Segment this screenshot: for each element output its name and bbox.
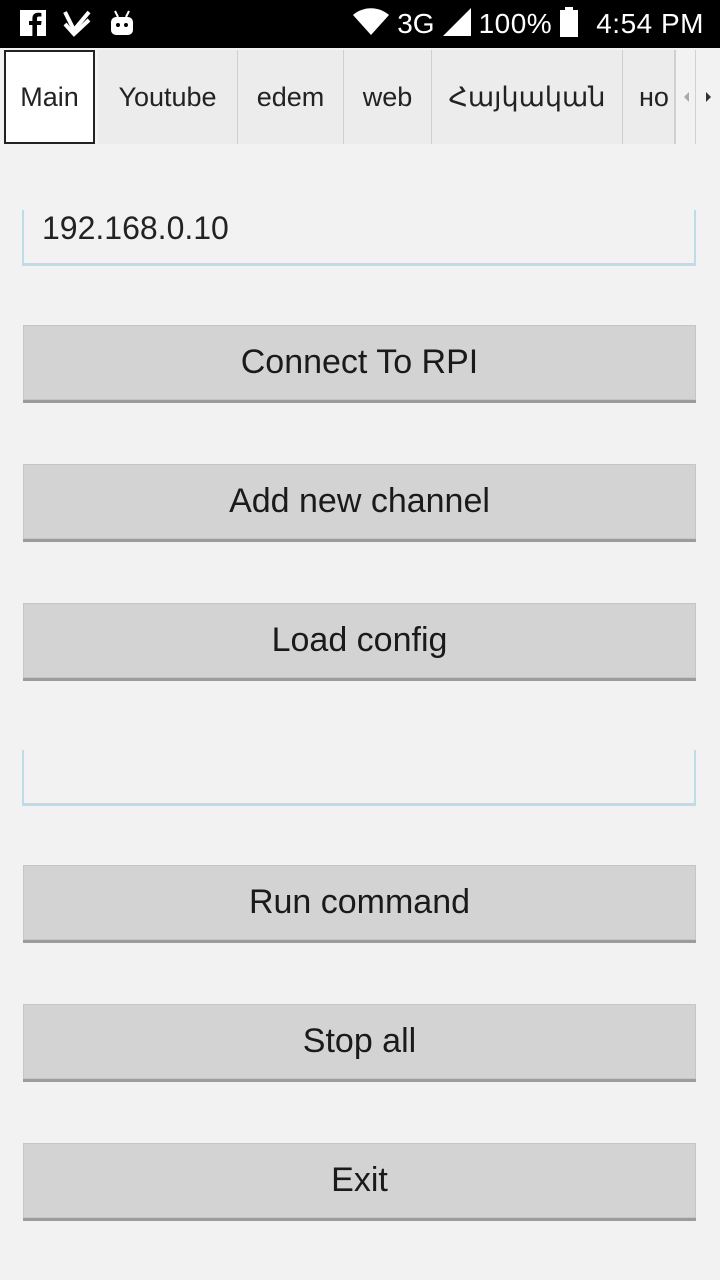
- tab-web[interactable]: web: [344, 50, 432, 144]
- run-command-button[interactable]: Run command: [23, 865, 696, 943]
- chevron-left-icon: [684, 92, 689, 102]
- tab-youtube[interactable]: Youtube: [98, 50, 238, 144]
- tab-edem[interactable]: edem: [238, 50, 344, 144]
- tab-main[interactable]: Main: [4, 50, 95, 144]
- wifi-icon: [353, 7, 390, 41]
- tab-scroll-right-button[interactable]: [695, 50, 720, 144]
- battery-percent: 100%: [478, 8, 553, 39]
- android-icon: [108, 9, 136, 42]
- signal-icon: [442, 7, 471, 41]
- stop-all-button[interactable]: Stop all: [23, 1004, 696, 1082]
- command-field: [22, 750, 696, 806]
- connect-button[interactable]: Connect To RPI: [23, 325, 696, 403]
- battery-icon: [560, 6, 579, 42]
- load-config-button[interactable]: Load config: [23, 603, 696, 681]
- checkmark-notify-icon: [62, 8, 92, 43]
- clock: 4:54 PM: [596, 8, 704, 39]
- ip-address-input[interactable]: [24, 210, 694, 247]
- exit-button[interactable]: Exit: [23, 1143, 696, 1221]
- tab-armenian[interactable]: Հայկական: [432, 50, 623, 144]
- tab-partial[interactable]: но: [623, 50, 675, 144]
- network-type: 3G: [397, 8, 435, 39]
- add-channel-button[interactable]: Add new channel: [23, 464, 696, 542]
- status-bar: 3G 100% 4:54 PM: [0, 0, 720, 48]
- chevron-right-icon: [705, 92, 711, 102]
- command-input[interactable]: [24, 750, 694, 787]
- facebook-icon: [20, 8, 46, 43]
- tab-strip: Main Youtube edem web Հայկական но: [0, 48, 720, 146]
- ip-address-field: [22, 210, 696, 266]
- tab-scroll-left-button[interactable]: [675, 50, 696, 144]
